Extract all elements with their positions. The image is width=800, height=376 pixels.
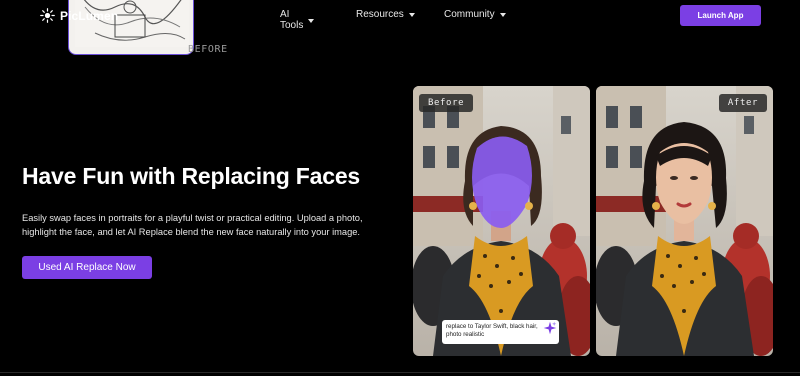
section-divider	[0, 372, 800, 373]
before-tag: Before	[419, 94, 474, 112]
chevron-down-icon	[408, 13, 415, 17]
use-ai-replace-button[interactable]: Used AI Replace Now	[22, 256, 152, 279]
nav-resources-label: Resources	[356, 9, 404, 20]
prompt-bubble: replace to Taylor Swift, black hair, pho…	[442, 320, 559, 344]
nav-community-label: Community	[444, 9, 495, 20]
previous-before-label: BEFORE	[188, 44, 228, 55]
page: BEFORE PicLumen AI Tools Resources Commu…	[0, 0, 800, 376]
launch-app-button[interactable]: Launch App	[680, 5, 761, 26]
chevron-down-icon	[308, 18, 315, 23]
nav-resources[interactable]: Resources	[356, 9, 415, 20]
hero-description: Easily swap faces in portraits for a pla…	[22, 213, 363, 237]
top-navigation-bar: PicLumen AI Tools Resources Community La…	[0, 0, 800, 32]
brand-logo[interactable]: PicLumen	[40, 8, 118, 23]
sparkle-icon	[543, 321, 557, 335]
hero-title: Have Fun with Replacing Faces	[22, 163, 361, 189]
piclumen-logo-icon	[40, 8, 55, 23]
nav-ai-tools-label: AI Tools	[280, 9, 304, 31]
brand-name: PicLumen	[60, 8, 119, 23]
before-image-panel: Before	[413, 86, 590, 356]
after-image-panel: After	[596, 86, 773, 356]
chevron-down-icon	[499, 13, 506, 17]
nav-community[interactable]: Community	[444, 9, 506, 20]
prompt-text: replace to Taylor Swift, black hair, pho…	[446, 323, 538, 338]
nav-ai-tools[interactable]: AI Tools	[280, 9, 315, 31]
after-tag: After	[718, 94, 767, 112]
